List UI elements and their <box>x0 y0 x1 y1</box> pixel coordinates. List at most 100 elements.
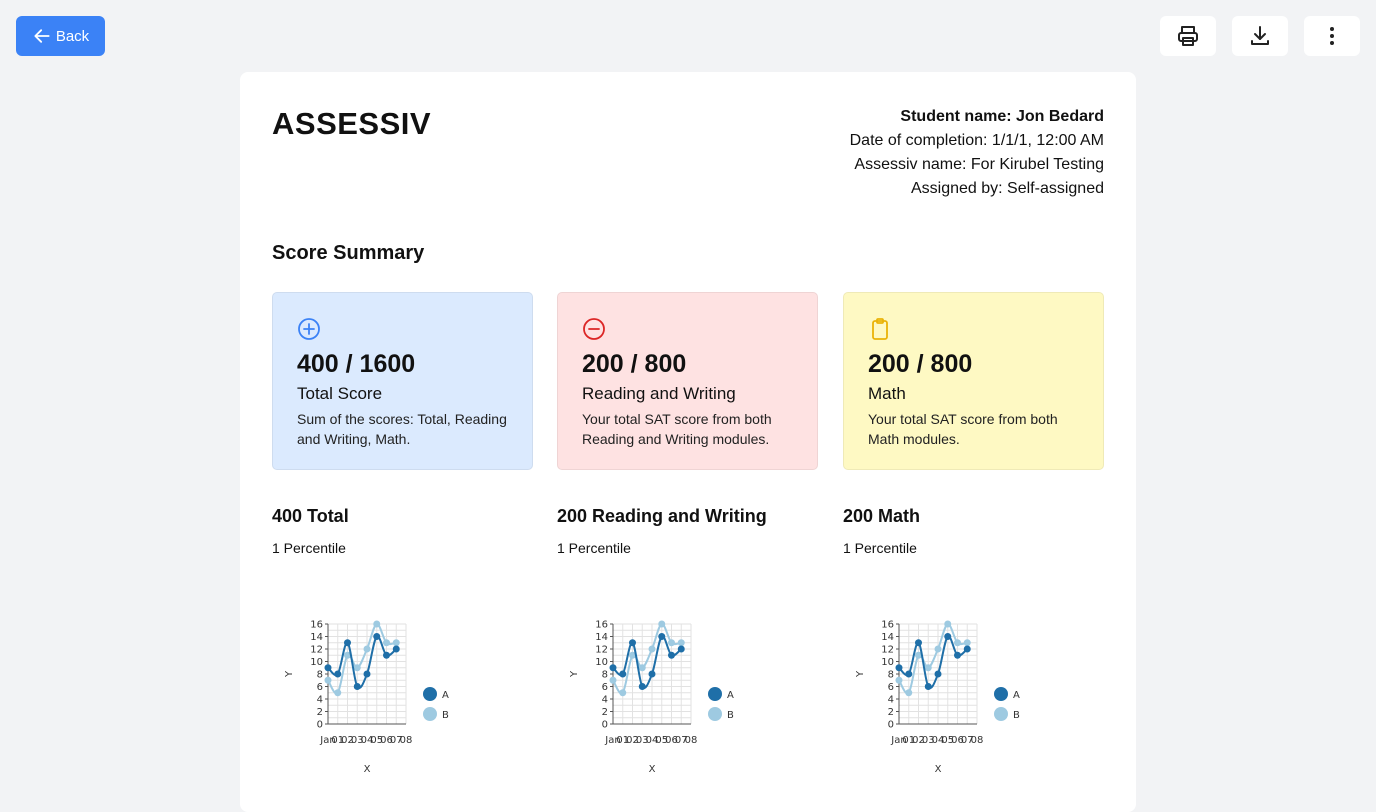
back-button[interactable]: Back <box>16 16 105 56</box>
data-point-A <box>638 683 646 690</box>
brand-title: ASSESSIV <box>272 106 432 141</box>
more-vertical-icon <box>1330 27 1334 45</box>
data-point-A <box>363 670 371 678</box>
x-tick-label: 08 <box>400 735 413 746</box>
y-tick-label: 16 <box>310 620 323 631</box>
detail-percentile: 1 Percentile <box>843 540 917 556</box>
reading-writing-detail: 200 Reading and Writing 1 Percentile <box>557 504 818 558</box>
card-description: Your total SAT score from both Math modu… <box>868 411 1058 447</box>
math-card: 200 / 800 Math Your total SAT score from… <box>843 292 1104 470</box>
y-tick-label: 0 <box>317 720 323 731</box>
data-point-A <box>344 639 351 647</box>
data-point-B <box>363 645 371 653</box>
y-tick-label: 12 <box>881 645 894 656</box>
y-tick-label: 8 <box>888 670 894 681</box>
assigned-by: Assigned by: Self-assigned <box>911 180 1104 197</box>
y-tick-label: 6 <box>888 682 894 693</box>
data-point-B <box>353 664 361 672</box>
legend-swatch <box>708 687 722 701</box>
total-score-card: 400 / 1600 Total Score Sum of the scores… <box>272 292 533 470</box>
legend-label: B <box>727 710 734 721</box>
plus-circle-icon <box>298 318 320 340</box>
y-tick-label: 2 <box>888 707 894 718</box>
data-point-A <box>668 651 675 659</box>
data-point-A <box>324 664 332 672</box>
total-detail: 400 Total 1 Percentile <box>272 504 533 558</box>
y-tick-label: 12 <box>310 645 323 656</box>
data-point-A <box>677 645 685 653</box>
card-score: 400 / 1600 <box>297 350 416 378</box>
minus-circle-icon <box>583 318 605 340</box>
line-chart: 0246810121416Jan0102030405060708XYAB <box>569 620 734 776</box>
x-tick-label: 08 <box>685 735 698 746</box>
math-detail: 200 Math 1 Percentile <box>843 504 1104 558</box>
legend-label: B <box>1013 710 1020 721</box>
data-point-B <box>609 676 617 684</box>
detail-percentile: 1 Percentile <box>557 540 631 556</box>
data-point-B <box>324 676 332 684</box>
y-axis-label: Y <box>284 670 295 678</box>
data-point-B <box>383 639 390 647</box>
data-point-B <box>658 620 666 628</box>
download-icon <box>1251 26 1269 45</box>
print-button[interactable] <box>1160 16 1216 56</box>
data-point-B <box>934 645 942 653</box>
reading-writing-chart: 0 2 4 6 8 10 12 14 16 Jan 01 02 03 04 05 06 07 08 X Y A B <box>561 612 761 782</box>
math-chart: 0 2 4 6 8 10 12 14 16 Jan 01 02 03 04 05 06 07 08 X Y A B <box>847 612 1047 782</box>
data-point-A <box>392 645 400 653</box>
legend-swatch <box>994 707 1008 721</box>
data-point-B <box>905 689 913 697</box>
data-point-B <box>392 639 400 647</box>
data-point-B <box>895 676 903 684</box>
x-axis-label: X <box>364 764 371 775</box>
card-description: Sum of the scores: Total, Reading and Wr… <box>297 411 507 447</box>
total-chart: 0 2 4 6 8 10 12 14 16 Jan 01 02 03 04 05 06 07 08 X Y A B <box>276 612 476 782</box>
detail-title: 200 Reading and Writing <box>557 506 767 526</box>
card-label: Math <box>868 384 906 403</box>
y-tick-label: 14 <box>881 632 894 643</box>
top-toolbar: Back <box>0 0 1376 72</box>
data-point-A <box>619 670 627 678</box>
reading-writing-card: 200 / 800 Reading and Writing Your total… <box>557 292 818 470</box>
y-tick-label: 4 <box>888 695 894 706</box>
data-point-A <box>905 670 913 678</box>
data-point-B <box>373 620 381 628</box>
data-point-A <box>924 683 932 690</box>
student-name: Student name: Jon Bedard <box>900 108 1104 125</box>
data-point-B <box>668 639 675 647</box>
y-tick-label: 12 <box>595 645 608 656</box>
y-tick-label: 16 <box>881 620 894 631</box>
card-description: Your total SAT score from both Reading a… <box>582 411 772 447</box>
card-score: 200 / 800 <box>582 350 687 378</box>
x-axis-label: X <box>649 764 656 775</box>
arrow-left-icon <box>34 29 50 43</box>
data-point-B <box>924 664 932 672</box>
y-tick-label: 6 <box>317 682 323 693</box>
legend-label: A <box>442 690 449 701</box>
legend-swatch <box>423 687 437 701</box>
score-summary-title: Score Summary <box>272 242 425 264</box>
data-point-A <box>944 633 952 640</box>
data-point-B <box>954 639 961 647</box>
y-axis-label: Y <box>569 670 580 678</box>
y-axis-label: Y <box>855 670 866 678</box>
data-point-B <box>944 620 952 628</box>
y-tick-label: 10 <box>595 657 608 668</box>
y-tick-label: 4 <box>317 695 323 706</box>
x-tick-label: 08 <box>971 735 984 746</box>
x-axis-label: X <box>935 764 942 775</box>
more-options-button[interactable] <box>1304 16 1360 56</box>
y-tick-label: 2 <box>317 707 323 718</box>
y-tick-label: 0 <box>602 720 608 731</box>
y-tick-label: 2 <box>602 707 608 718</box>
download-button[interactable] <box>1232 16 1288 56</box>
data-point-A <box>353 683 361 690</box>
y-tick-label: 8 <box>317 670 323 681</box>
data-point-B <box>638 664 646 672</box>
card-score: 200 / 800 <box>868 350 973 378</box>
clipboard-icon <box>872 318 888 340</box>
y-tick-label: 10 <box>881 657 894 668</box>
legend-swatch <box>994 687 1008 701</box>
y-tick-label: 14 <box>595 632 608 643</box>
data-point-A <box>934 670 942 678</box>
